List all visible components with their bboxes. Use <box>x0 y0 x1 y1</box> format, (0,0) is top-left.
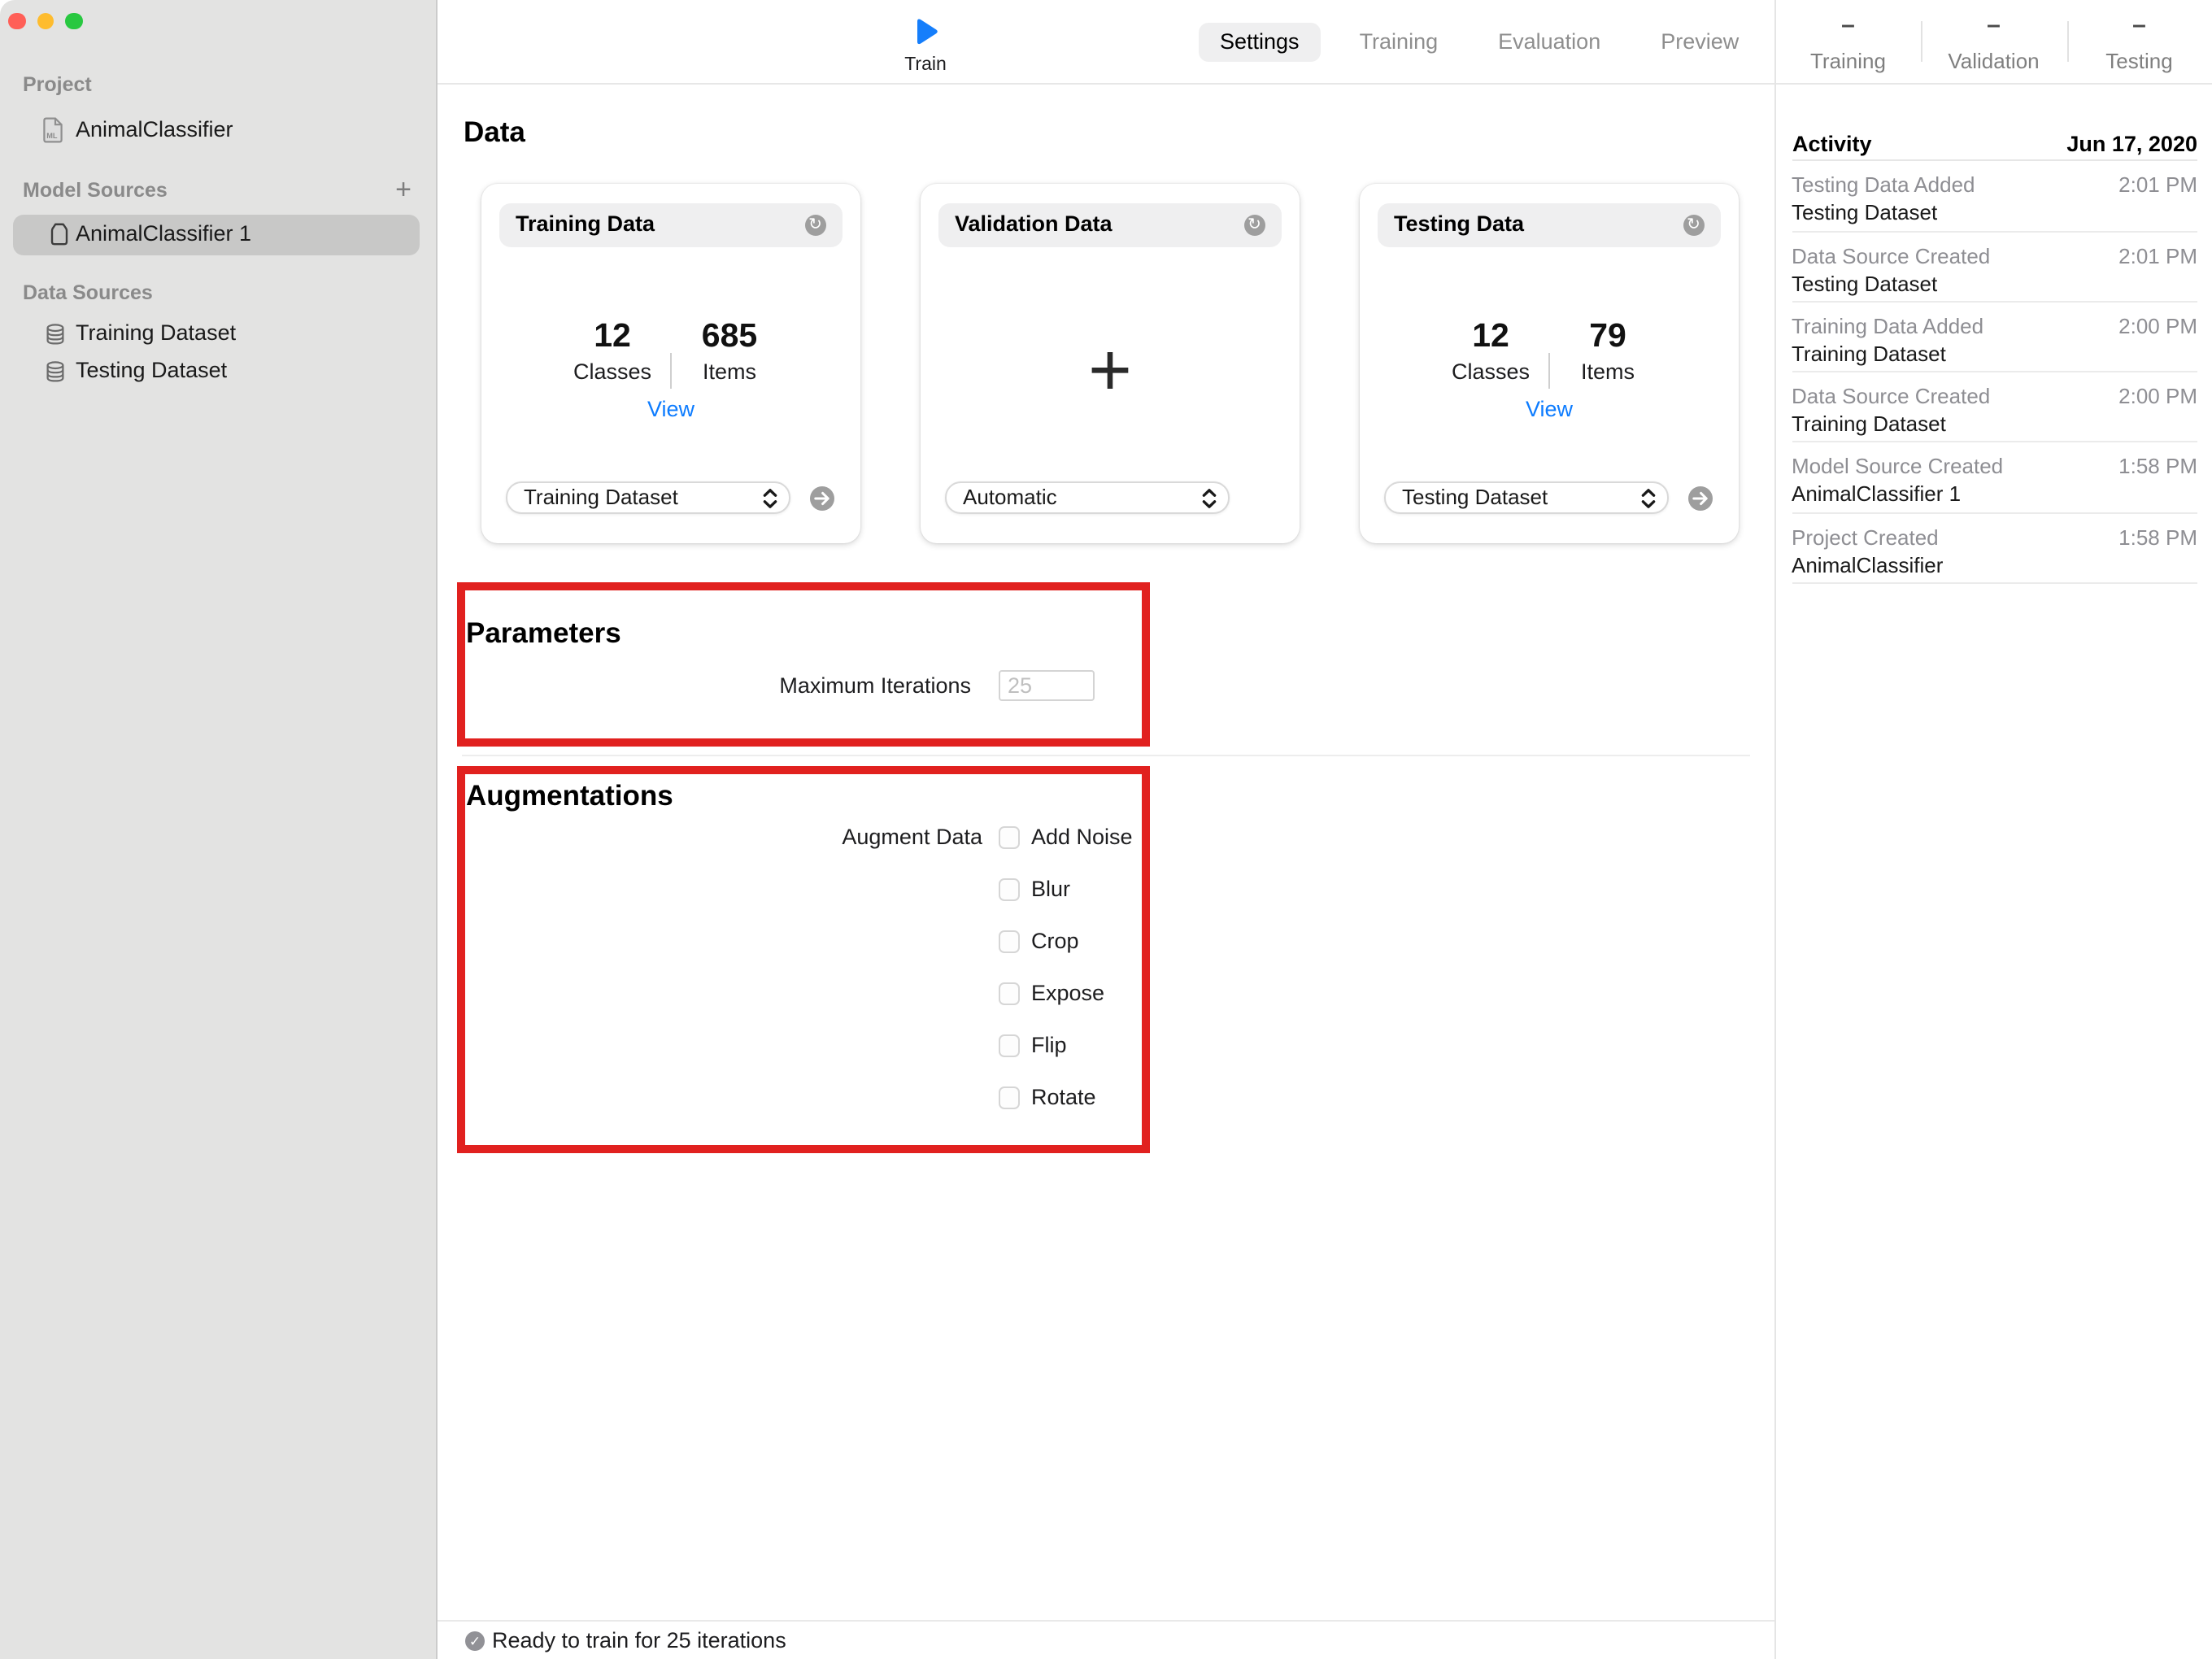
checkbox-label: Expose <box>1031 981 1105 1005</box>
sidebar-item-label[interactable]: AnimalClassifier <box>76 117 233 143</box>
checkbox-blur[interactable] <box>998 878 1020 901</box>
project-section-label: Project <box>23 72 92 95</box>
tab-preview[interactable]: Preview <box>1661 23 1739 62</box>
parameters-section-title: Parameters <box>466 616 621 649</box>
toolbar: Train Settings Training Evaluation Previ… <box>438 0 2178 85</box>
zoom-window-button[interactable] <box>65 12 82 29</box>
status-bar: ✓ Ready to train for 25 iterations <box>438 1619 1774 1659</box>
training-data-source-dropdown[interactable]: Training Dataset <box>506 481 790 514</box>
checkbox-expose[interactable] <box>998 982 1020 1005</box>
data-sources-section-label: Data Sources <box>23 281 153 304</box>
augmentations-section-title: Augmentations <box>466 778 673 811</box>
open-data-source-button[interactable] <box>809 486 834 510</box>
metric-validation: – Validation <box>1921 0 2066 83</box>
tab-settings[interactable]: Settings <box>1199 23 1321 62</box>
activity-log-list: Testing Data Added 2:01 PM Testing Datas… <box>1792 159 2197 585</box>
checkbox-label: Flip <box>1031 1033 1067 1057</box>
metrics-row: – Training – Validation – Testing <box>1775 0 2212 85</box>
testing-data-card-header: Testing Data ↻ <box>1378 203 1721 246</box>
activity-log-item: Data Source Created 2:01 PM Testing Data… <box>1792 232 2197 303</box>
testing-data-source-dropdown[interactable]: Testing Dataset <box>1384 481 1669 514</box>
sidebar-item-label[interactable]: Training Dataset <box>76 320 236 346</box>
arrow-right-icon <box>813 490 829 505</box>
card-title: Testing Data <box>1394 211 1525 236</box>
check-circle-icon: ✓ <box>465 1631 485 1650</box>
refresh-icon[interactable]: ↻ <box>1243 214 1265 236</box>
activity-log-item: Training Data Added 2:00 PM Training Dat… <box>1792 303 2197 373</box>
training-data-card: Training Data ↻ 12 Classes 685 Items Vie… <box>481 183 860 542</box>
close-window-button[interactable] <box>8 12 25 29</box>
checkbox-rotate[interactable] <box>998 1086 1020 1109</box>
arrow-right-icon <box>1692 490 1707 505</box>
database-icon <box>46 360 64 381</box>
checkbox-label: Crop <box>1031 929 1079 953</box>
sidebar-item-label[interactable]: Testing Dataset <box>76 357 227 383</box>
checkbox-add-noise[interactable] <box>998 826 1020 849</box>
svg-text:ML: ML <box>46 132 58 140</box>
validation-data-card-header: Validation Data ↻ <box>938 203 1282 246</box>
checkbox-crop[interactable] <box>998 930 1020 953</box>
chevron-up-down-icon <box>1202 489 1217 509</box>
section-divider <box>462 755 1750 756</box>
activity-log-item: Model Source Created 1:58 PM AnimalClass… <box>1792 443 2197 514</box>
testing-data-card: Testing Data ↻ 12 Classes 79 Items View … <box>1360 183 1739 542</box>
activity-log-title: Activity <box>1792 131 1872 155</box>
tab-bar: Settings Training Evaluation Preview Out… <box>1199 23 1865 62</box>
validation-data-source-dropdown[interactable]: Automatic <box>945 481 1230 514</box>
card-title: Validation Data <box>955 211 1113 236</box>
view-link[interactable]: View <box>481 396 860 420</box>
ml-document-icon: ML <box>43 117 63 143</box>
create-ml-window: Project ML AnimalClassifier Model Source… <box>0 0 2212 1659</box>
training-data-card-header: Training Data ↻ <box>499 203 843 246</box>
sidebar-item-label[interactable]: AnimalClassifier 1 <box>76 221 251 247</box>
parameters-annotation-box <box>457 581 1150 746</box>
chevron-up-down-icon <box>763 489 777 509</box>
activity-log-item: Project Created 1:58 PM AnimalClassifier <box>1792 514 2197 585</box>
activity-log-header: Activity Jun 17, 2020 <box>1792 127 2197 159</box>
maximum-iterations-input[interactable] <box>998 669 1094 701</box>
checkbox-label: Rotate <box>1031 1085 1096 1109</box>
card-title: Training Data <box>516 211 655 236</box>
activity-log-item: Testing Data Added 2:01 PM Testing Datas… <box>1792 162 2197 233</box>
metric-testing: – Testing <box>2066 0 2212 83</box>
augment-data-label: Augment Data <box>842 825 982 849</box>
add-validation-data-target[interactable]: + <box>921 323 1300 414</box>
tab-evaluation[interactable]: Evaluation <box>1498 23 1600 62</box>
train-button-label: Train <box>904 54 947 74</box>
sidebar-item-animalclassifier-1-selected[interactable]: AnimalClassifier 1 <box>12 214 419 255</box>
status-text: Ready to train for 25 iterations <box>492 1627 786 1652</box>
items-stat: 685 Items <box>701 316 758 385</box>
model-source-icon <box>50 223 67 246</box>
tab-training[interactable]: Training <box>1360 23 1439 62</box>
play-icon <box>917 19 937 45</box>
activity-log-item: Data Source Created 2:00 PM Training Dat… <box>1792 372 2197 443</box>
checkbox-flip[interactable] <box>998 1034 1020 1057</box>
classes-stat: 12 Classes <box>573 316 651 385</box>
sidebar: Project ML AnimalClassifier Model Source… <box>0 0 438 1659</box>
open-data-source-button[interactable] <box>1687 486 1712 510</box>
items-stat: 79 Items <box>1580 316 1635 385</box>
checkbox-label: Add Noise <box>1031 825 1133 849</box>
model-sources-section-label: Model Sources <box>23 178 168 201</box>
classes-stat: 12 Classes <box>1451 316 1530 385</box>
refresh-icon[interactable]: ↻ <box>1683 214 1705 236</box>
maximum-iterations-label: Maximum Iterations <box>779 673 971 698</box>
checkbox-label: Blur <box>1031 877 1071 901</box>
validation-data-card: Validation Data ↻ + Automatic <box>921 183 1300 542</box>
minimize-window-button[interactable] <box>37 12 54 29</box>
page-title: Data <box>464 115 525 147</box>
activity-panel: – Training – Validation – Testing Activi… <box>1774 0 2212 1659</box>
activity-log-date: Jun 17, 2020 <box>2066 131 2197 155</box>
view-link[interactable]: View <box>1360 396 1739 420</box>
metric-training: – Training <box>1810 11 1886 73</box>
chevron-up-down-icon <box>1641 489 1656 509</box>
database-icon <box>46 324 64 345</box>
refresh-icon[interactable]: ↻ <box>804 214 826 236</box>
add-model-source-button[interactable]: + <box>387 174 420 205</box>
